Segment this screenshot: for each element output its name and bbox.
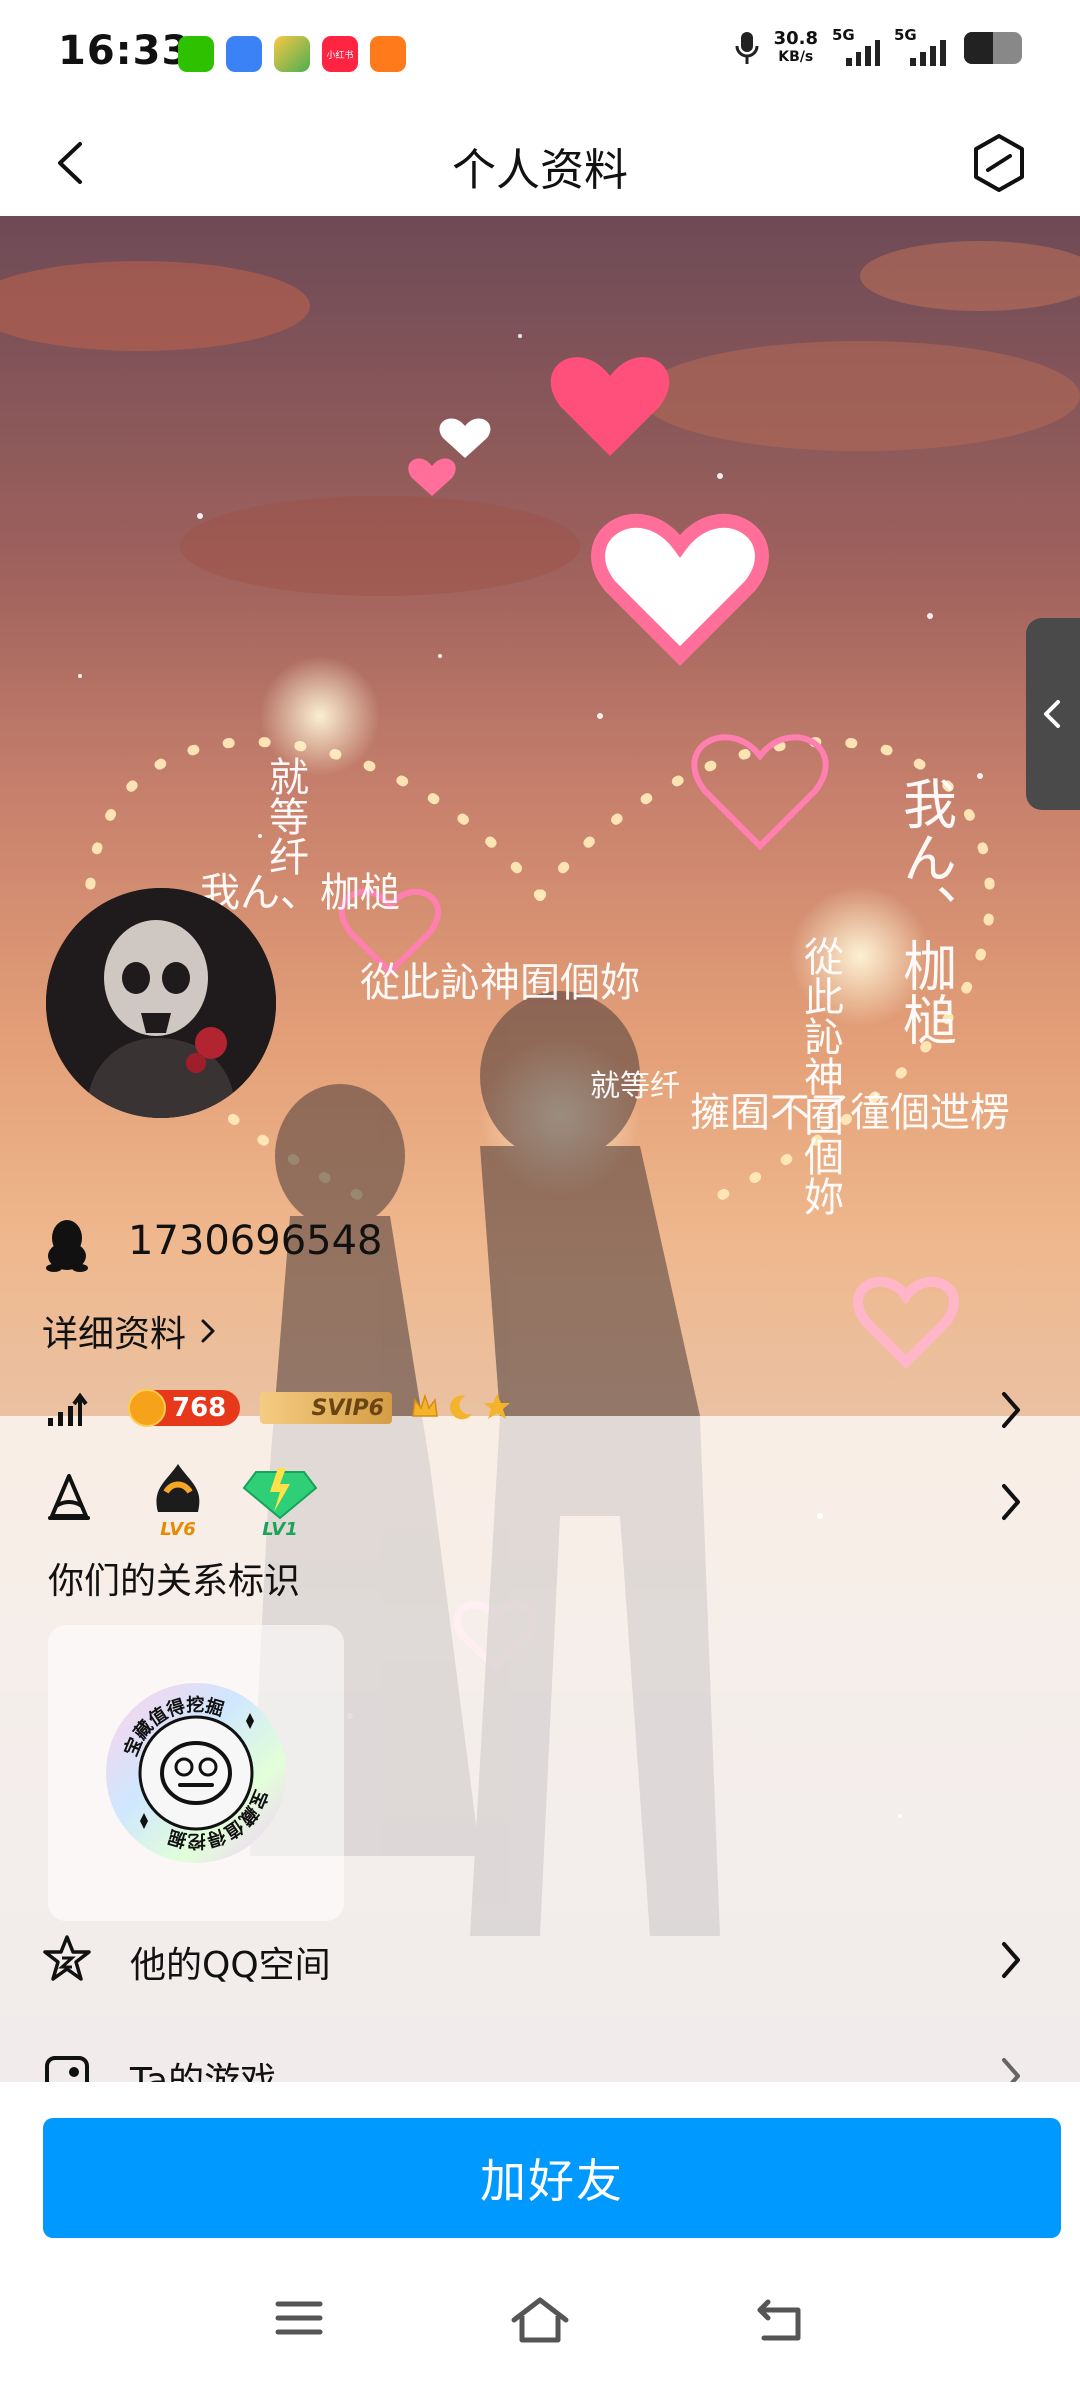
chevron-right-icon[interactable] <box>1000 1390 1022 1430</box>
cover-text-2: 我ん、枷槌 <box>894 776 957 1046</box>
level-badges[interactable] <box>410 1392 512 1422</box>
star-icon <box>482 1392 512 1422</box>
detail-profile-link[interactable]: 详细资料 <box>42 1305 216 1357</box>
signal-2-label: 5G <box>894 26 917 44</box>
qq-penguin-icon <box>46 1220 88 1272</box>
coin-icon <box>128 1389 166 1427</box>
level-chart-icon <box>48 1392 88 1426</box>
side-expand-tab[interactable] <box>1026 618 1080 810</box>
settings-hexagon-icon[interactable] <box>966 130 1032 196</box>
relation-section-title: 你们的关系标识 <box>48 1561 301 1602</box>
cover-text-7: 從此訫神囿個妳 <box>797 936 844 1216</box>
menu-icon[interactable] <box>274 2296 324 2340</box>
game-app-icon <box>370 36 406 72</box>
coin-value: 768 <box>172 1393 227 1423</box>
status-time: 16:33 <box>58 28 191 74</box>
microphone-icon <box>735 32 759 64</box>
svip-label: SVIP6 <box>311 1395 385 1421</box>
lv6-label: LV6 <box>160 1519 196 1540</box>
cover-text-1: 就等纤 <box>262 756 308 876</box>
qq-number: 1730696548 <box>128 1218 383 1264</box>
status-right: 30.8 KB/s 5G 5G <box>734 26 1022 66</box>
home-icon[interactable] <box>510 2296 570 2344</box>
xiaohongshu-badge-text: 小红书 <box>326 50 354 61</box>
moon-icon <box>446 1392 476 1422</box>
treasure-face-badge-icon: 宝藏值得挖掘 宝藏值得挖掘 <box>106 1683 286 1863</box>
notification-icons: 小红书 <box>178 36 406 72</box>
lv1-label: LV1 <box>262 1519 298 1540</box>
status-bar: 16:33 小红书 30.8 KB/s 5G 5G <box>0 0 1080 110</box>
video-app-icon <box>274 36 310 72</box>
relation-badge-card[interactable]: 宝藏值得挖掘 宝藏值得挖掘 <box>48 1625 344 1921</box>
cover-text-4: 就等纤 <box>590 1069 680 1104</box>
svip-badge[interactable]: SVIP6 <box>260 1392 392 1424</box>
lv6-badge[interactable]: LV6 <box>146 1462 210 1540</box>
system-nav-bar <box>0 2282 1080 2362</box>
cover-text-6: 我ん、枷槌 <box>200 870 400 916</box>
crown-icon <box>410 1392 440 1422</box>
diamond-icon <box>242 1468 318 1520</box>
chevron-left-icon <box>1044 700 1060 728</box>
battery-icon <box>964 32 1022 64</box>
browser-icon <box>226 36 262 72</box>
qzone-star-icon <box>43 1935 91 1981</box>
cover-text-5: 擁囿不了徸個迣楞 <box>690 1090 1010 1136</box>
cover-text-3: 從此訫神囿個妳 <box>360 960 640 1006</box>
back-nav-icon[interactable] <box>754 2296 806 2344</box>
add-friend-button[interactable]: 加好友 <box>43 2118 1061 2238</box>
bottom-action-panel: 加好友 <box>0 2082 1080 2400</box>
chevron-right-icon[interactable] <box>1000 1940 1022 1980</box>
relation-badge: 宝藏值得挖掘 宝藏值得挖掘 <box>104 1681 288 1865</box>
xiaohongshu-icon: 小红书 <box>322 36 358 72</box>
qzone-label[interactable]: 他的QQ空间 <box>130 1936 331 1988</box>
nav-bar: 个人资料 <box>0 110 1080 216</box>
signal-2-icon: 5G <box>894 26 950 66</box>
detail-profile-label: 详细资料 <box>42 1314 187 1355</box>
chevron-right-icon <box>201 1319 215 1343</box>
profile-avatar[interactable] <box>46 888 276 1118</box>
page-title: 个人资料 <box>452 145 628 196</box>
flame-penguin-icon <box>156 1464 200 1512</box>
lv1-badge[interactable]: LV1 <box>242 1462 318 1540</box>
net-speed: 30.8 KB/s <box>774 30 818 66</box>
skull-avatar-image <box>46 888 276 1118</box>
chevron-right-icon[interactable] <box>1000 1482 1022 1522</box>
qq-coin-badge[interactable]: 768 <box>128 1389 240 1427</box>
relation-hat-icon <box>48 1474 90 1520</box>
signal-1-icon: 5G <box>832 26 880 66</box>
net-speed-unit: KB/s <box>778 49 814 65</box>
wechat-icon <box>178 36 214 72</box>
net-speed-value: 30.8 <box>773 28 818 49</box>
signal-1-label: 5G <box>832 26 855 44</box>
